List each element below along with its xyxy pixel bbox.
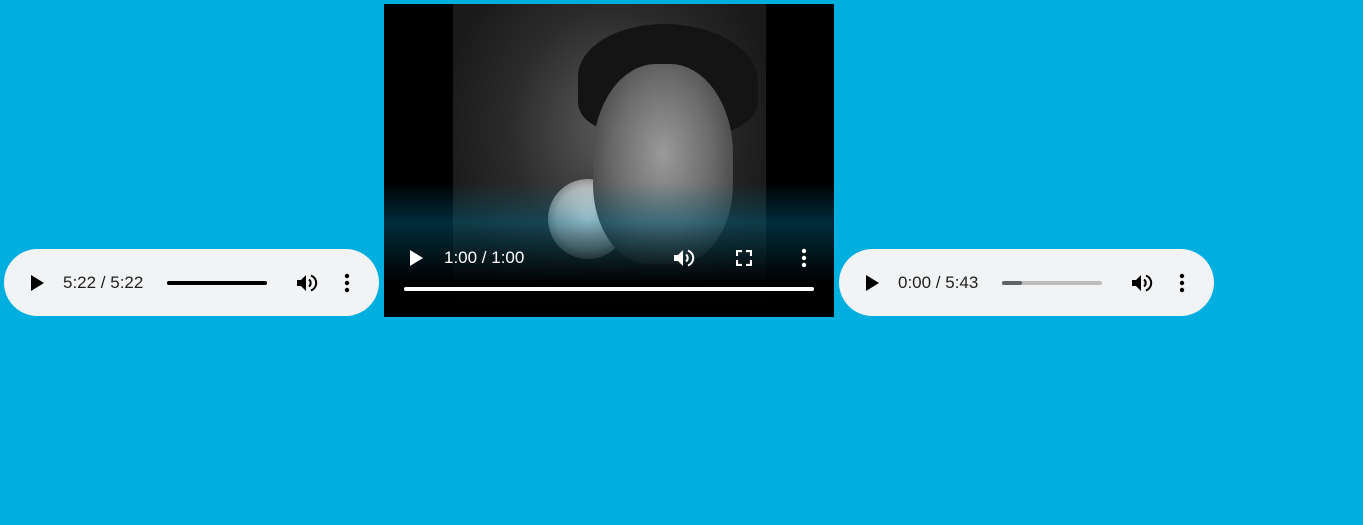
- seek-slider[interactable]: [404, 287, 814, 291]
- seek-slider-fill: [404, 287, 814, 291]
- video-controls: 1:00 / 1:00: [384, 242, 834, 274]
- play-icon: [410, 250, 423, 266]
- volume-button[interactable]: [291, 267, 323, 299]
- more-options-button[interactable]: [788, 242, 820, 274]
- audio-player[interactable]: 0:00 / 5:43: [839, 249, 1214, 316]
- seek-slider[interactable]: [1002, 280, 1102, 285]
- volume-icon: [297, 274, 318, 291]
- more-options-icon: [344, 273, 350, 292]
- volume-button[interactable]: [668, 242, 700, 274]
- more-options-icon: [801, 248, 807, 268]
- fullscreen-icon: [736, 250, 752, 266]
- time-display: 5:22 / 5:22: [63, 272, 144, 292]
- time-display: 1:00 / 1:00: [444, 248, 525, 267]
- video-player[interactable]: 1:00 / 1:00: [384, 4, 834, 317]
- seek-slider[interactable]: [167, 280, 267, 285]
- fullscreen-button[interactable]: [728, 242, 760, 274]
- volume-icon: [1132, 274, 1153, 291]
- more-options-button[interactable]: [331, 267, 363, 299]
- more-options-button[interactable]: [1166, 267, 1198, 299]
- play-icon: [31, 274, 44, 291]
- seek-slider-fill: [167, 280, 267, 285]
- play-button[interactable]: [21, 267, 53, 299]
- play-button[interactable]: [856, 267, 888, 299]
- volume-button[interactable]: [1126, 267, 1158, 299]
- audio-player[interactable]: 5:22 / 5:22: [4, 249, 379, 316]
- more-options-icon: [1179, 273, 1185, 292]
- volume-icon: [674, 249, 695, 267]
- time-display: 0:00 / 5:43: [898, 272, 979, 292]
- seek-slider-fill: [1002, 280, 1022, 285]
- play-icon: [866, 274, 879, 291]
- play-button[interactable]: [400, 242, 432, 274]
